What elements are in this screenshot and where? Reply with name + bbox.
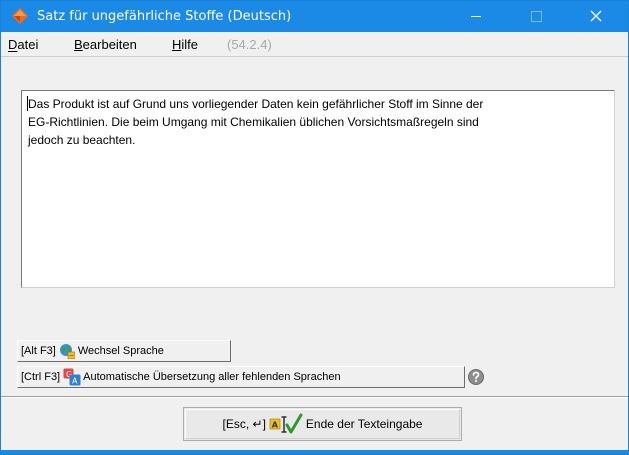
window-title: Satz für ungefährliche Stoffe (Deutsch) [37, 9, 292, 24]
finish-input-label: Ende der Texteingabe [305, 417, 423, 431]
menu-bar: Datei Bearbeiten Hilfe (54.2.4) [1, 32, 628, 57]
version-label: (54.2.4) [227, 37, 272, 52]
title-bar[interactable]: Satz für ungefährliche Stoffe (Deutsch) [1, 1, 628, 32]
menu-hilfe[interactable]: Hilfe [172, 37, 198, 52]
close-button[interactable] [573, 1, 619, 32]
finish-input-shortcut: [Esc, ↵] [222, 417, 266, 431]
menu-bearbeiten-label: Bearbeiten [74, 37, 137, 52]
auto-translate-label: Automatische Übersetzung aller fehlenden… [83, 371, 341, 383]
globe-language-icon [59, 344, 75, 359]
diamond-app-icon [12, 8, 28, 24]
auto-translate-button[interactable]: [Ctrl F3] G A Automatische Übersetzung a… [17, 366, 465, 388]
minimize-button[interactable] [453, 1, 499, 32]
translate-icon: G A [63, 368, 81, 386]
dialog-window: Satz für ungefährliche Stoffe (Deutsch) … [0, 0, 629, 455]
maximize-icon [531, 11, 542, 22]
menu-datei-label: Datei [8, 37, 39, 52]
auto-translate-shortcut: [Ctrl F3] [21, 371, 61, 383]
svg-text:A: A [272, 421, 279, 430]
menu-hilfe-label: Hilfe [172, 37, 199, 52]
finish-input-button[interactable]: [Esc, ↵] A Ende der Texteingabe [183, 407, 462, 441]
text-check-icon: A [269, 413, 303, 434]
menu-datei[interactable]: Datei [8, 37, 38, 52]
switch-language-button[interactable]: [Alt F3] Wechsel Sprache [17, 340, 231, 362]
text-editor[interactable]: Das Produkt ist auf Grund uns vorliegend… [21, 90, 615, 288]
maximize-button[interactable] [513, 1, 559, 32]
separator [1, 396, 628, 398]
menu-bearbeiten[interactable]: Bearbeiten [74, 37, 137, 52]
help-icon[interactable] [467, 368, 485, 386]
close-icon [590, 10, 602, 22]
window-bottom-border [1, 450, 628, 454]
minimize-icon [471, 16, 481, 17]
text-caret [27, 96, 28, 111]
switch-language-label: Wechsel Sprache [77, 345, 164, 357]
switch-language-shortcut: [Alt F3] [21, 345, 56, 357]
svg-text:A: A [72, 377, 78, 386]
